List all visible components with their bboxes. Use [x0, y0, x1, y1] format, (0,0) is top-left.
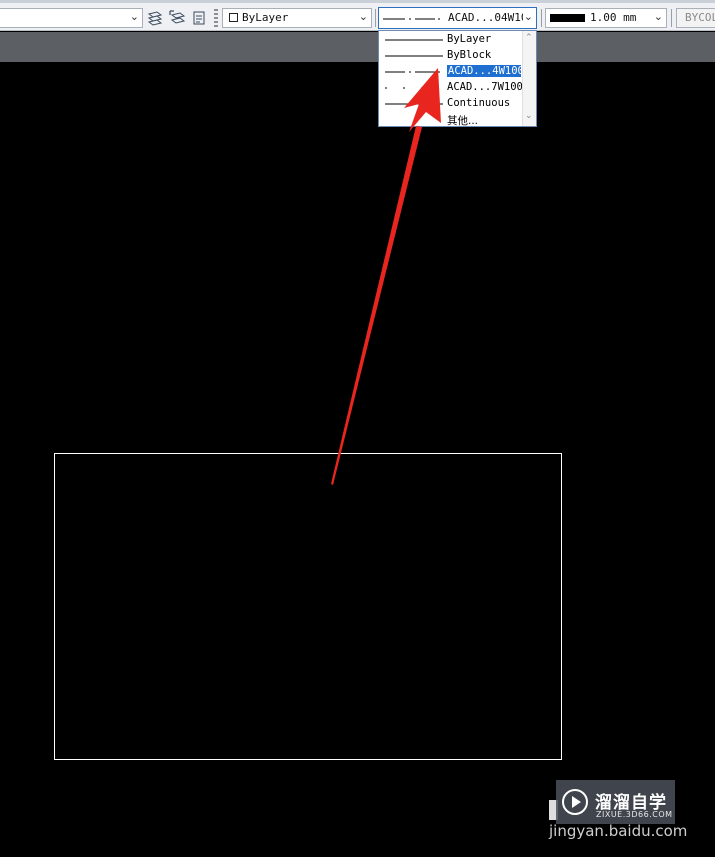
watermark: 溜溜自学 ZIXUE.3D66.COM [556, 780, 675, 824]
arrow-shaft [331, 126, 422, 485]
annotation-arrow [331, 68, 441, 485]
watermark-url: ZIXUE.3D66.COM [596, 810, 673, 819]
watermark-site: jingyan.baidu.com [549, 822, 688, 840]
play-icon [562, 789, 588, 815]
arrow-head [404, 68, 441, 132]
